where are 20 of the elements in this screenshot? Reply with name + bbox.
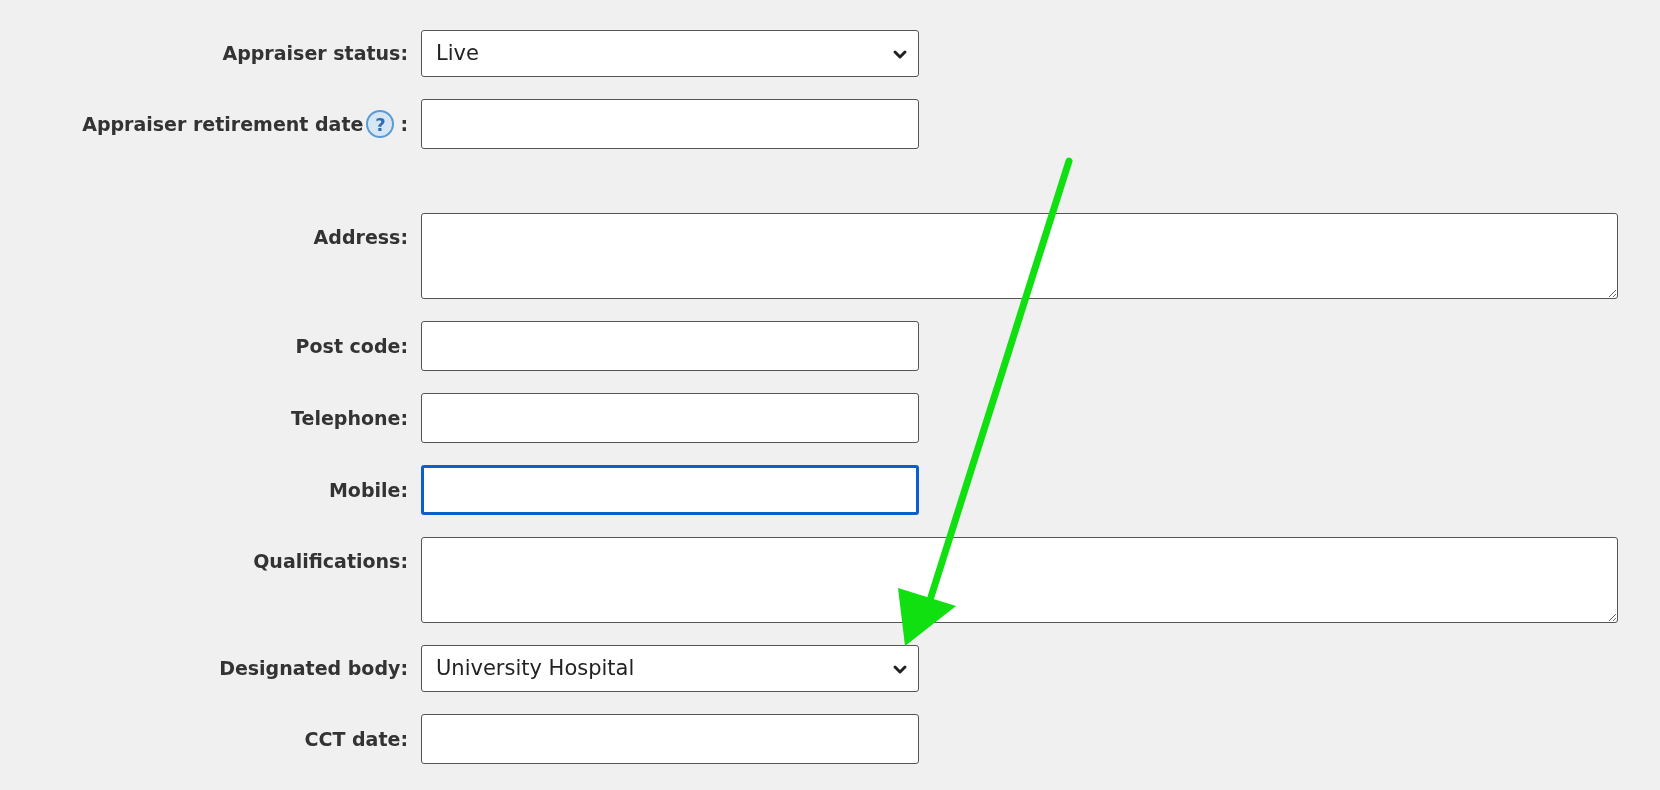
input-field[interactable]	[421, 321, 919, 371]
label-colon: :	[400, 111, 408, 137]
field-label: CCT date:	[304, 726, 408, 752]
field-label: Post code:	[295, 333, 408, 359]
field-label: Qualifications:	[253, 549, 408, 574]
field-label: Appraiser status:	[222, 41, 408, 67]
input-field[interactable]	[421, 714, 919, 764]
field-label: Mobile:	[328, 477, 408, 503]
field-label: Address:	[313, 225, 408, 250]
dropdown-field[interactable]: Live	[421, 30, 919, 77]
help-icon[interactable]: ?	[366, 110, 395, 138]
input-field[interactable]	[421, 393, 919, 443]
input-field[interactable]	[421, 99, 919, 149]
text-area[interactable]	[421, 537, 1618, 623]
dropdown-field[interactable]: University Hospital	[421, 645, 919, 692]
field-label: Telephone:	[291, 405, 408, 431]
input-field[interactable]	[421, 465, 919, 515]
text-area[interactable]	[421, 213, 1618, 299]
field-label: Designated body:	[219, 656, 408, 682]
field-label: Appraiser retirement date	[82, 111, 364, 137]
